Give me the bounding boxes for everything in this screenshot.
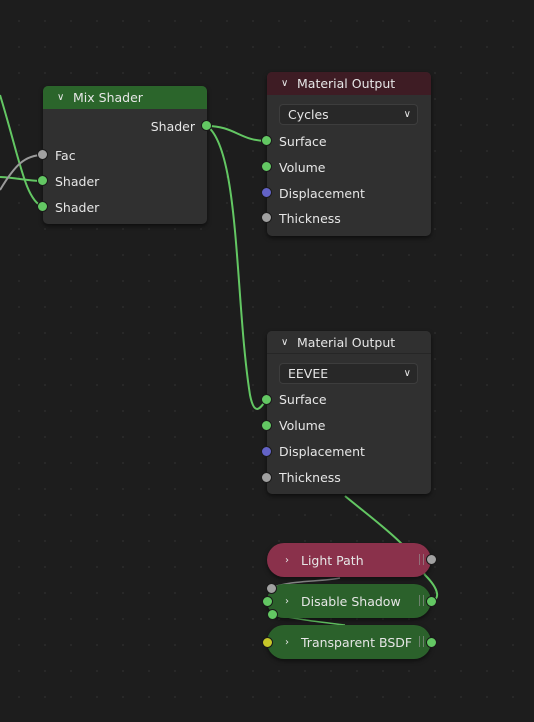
input-socket-shader[interactable] (37, 175, 48, 186)
chevron-down-icon: ∨ (403, 109, 411, 120)
transparent-bsdf-node[interactable]: › Transparent BSDF (262, 625, 437, 659)
input-label-volume: Volume (279, 418, 326, 433)
chevron-right-icon[interactable]: › (285, 596, 297, 607)
node-title: Mix Shader (73, 90, 143, 105)
input-socket-color[interactable] (262, 637, 273, 648)
disable-shadow-node[interactable]: › Disable Shadow (262, 583, 437, 620)
input-label-displacement: Displacement (279, 444, 365, 459)
input-label-thickness: Thickness (279, 211, 341, 226)
input-label-displacement: Displacement (279, 186, 365, 201)
grip-icon[interactable] (419, 554, 424, 565)
target-dropdown[interactable]: Cycles ∨ (279, 104, 418, 125)
input-label-thickness: Thickness (279, 470, 341, 485)
material-output-eevee-node[interactable]: ∨ Material Output EEVEE ∨ Surface Volume… (261, 331, 431, 494)
material-output-header[interactable]: ∨ Material Output (267, 331, 431, 354)
node-title: Transparent BSDF (301, 634, 413, 650)
input-socket-surface[interactable] (261, 394, 272, 405)
light-path-node[interactable]: › Light Path (267, 543, 437, 577)
node-title: Material Output (297, 334, 396, 350)
link-left-to-shader2 (0, 94, 44, 208)
chevron-down-icon[interactable]: ∨ (57, 92, 69, 103)
input-socket-fac[interactable] (37, 149, 48, 160)
link-mix-to-eevee-surface (206, 125, 268, 410)
output-socket-shader[interactable] (201, 120, 212, 131)
input-socket-volume[interactable] (261, 420, 272, 431)
input-label-fac: Fac (55, 148, 76, 163)
input-socket-surface[interactable] (261, 135, 272, 146)
mix-shader-header[interactable]: ∨ Mix Shader (43, 86, 207, 109)
chevron-down-icon: ∨ (403, 368, 411, 379)
target-value: EEVEE (288, 366, 329, 381)
output-socket[interactable] (426, 637, 437, 648)
grip-icon[interactable] (419, 636, 424, 647)
target-dropdown[interactable]: EEVEE ∨ (279, 363, 418, 384)
material-output-header[interactable]: ∨ Material Output (267, 72, 431, 95)
node-title: Light Path (301, 552, 364, 568)
node-title: Material Output (297, 76, 396, 91)
grip-icon[interactable] (419, 595, 424, 606)
input-label-shader: Shader (55, 174, 100, 189)
input-socket[interactable] (262, 596, 273, 607)
chevron-down-icon[interactable]: ∨ (281, 78, 293, 89)
output-label: Shader (150, 119, 195, 134)
input-socket-displacement[interactable] (261, 446, 272, 457)
input-socket-thickness[interactable] (261, 212, 272, 223)
input-label-volume: Volume (279, 160, 326, 175)
input-socket-shader[interactable] (37, 201, 48, 212)
target-value: Cycles (288, 107, 329, 122)
chevron-down-icon[interactable]: ∨ (281, 337, 293, 348)
input-label-surface: Surface (279, 134, 327, 149)
input-socket[interactable] (266, 583, 277, 594)
input-socket[interactable] (267, 609, 278, 620)
input-label-shader: Shader (55, 200, 100, 215)
chevron-right-icon[interactable]: › (285, 637, 297, 648)
input-label-surface: Surface (279, 392, 327, 407)
output-socket[interactable] (426, 596, 437, 607)
output-socket[interactable] (426, 554, 437, 565)
chevron-right-icon[interactable]: › (285, 555, 297, 566)
mix-shader-node[interactable]: ∨ Mix Shader Shader Fac Shader Shader (37, 86, 212, 224)
input-socket-volume[interactable] (261, 161, 272, 172)
input-socket-thickness[interactable] (261, 472, 272, 483)
material-output-cycles-node[interactable]: ∨ Material Output Cycles ∨ Surface Volum… (261, 72, 431, 236)
input-socket-displacement[interactable] (261, 187, 272, 198)
node-title: Disable Shadow (301, 593, 401, 609)
